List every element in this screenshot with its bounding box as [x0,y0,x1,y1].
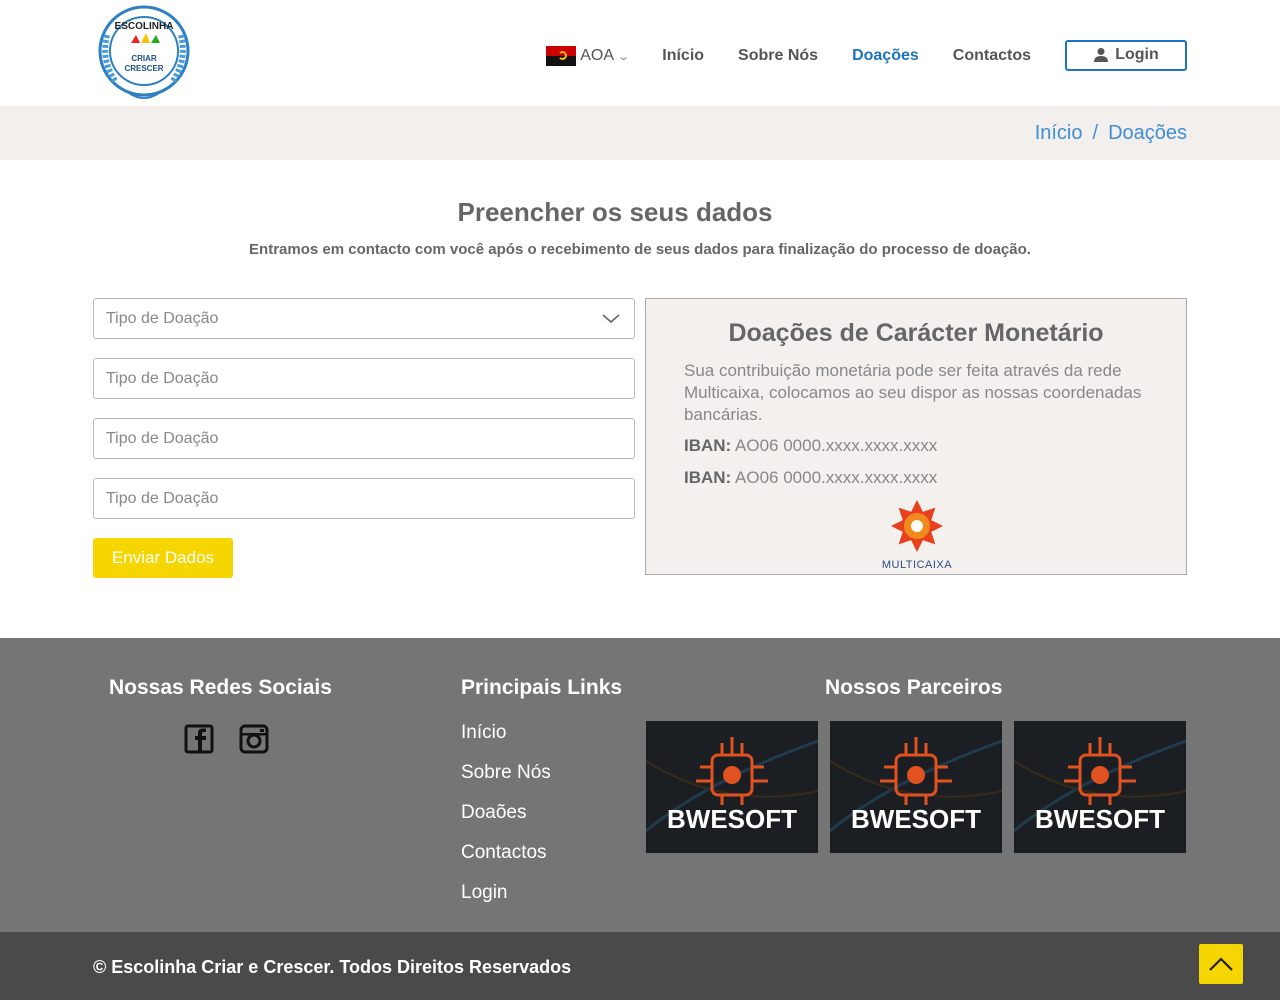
scroll-to-top-button[interactable] [1199,944,1243,984]
school-logo[interactable]: ESCOLINHA CRIAR CRESCER [93,5,195,103]
partner-logo[interactable]: BWESOFT [1014,721,1186,853]
login-button[interactable]: Login [1065,39,1187,71]
svg-text:CRESCER: CRESCER [124,64,163,73]
footer-link-contactos[interactable]: Contactos [461,842,547,864]
breadcrumb: Início / Doações [1035,122,1187,145]
instagram-icon[interactable] [239,724,269,754]
footer-link-doacoes[interactable]: Doaões [461,802,527,824]
partner-name: BWESOFT [1035,804,1165,834]
copyright-text: © Escolinha Criar e Crescer. Todos Direi… [93,957,572,977]
breadcrumb-separator: / [1092,122,1099,144]
iban-line-2: IBAN: AO06 0000.xxxx.xxxx.xxxx [684,468,937,488]
chevron-down-icon: ⌄ [617,50,631,63]
donation-type-select[interactable]: Tipo de Doação [93,298,635,339]
iban-label: IBAN: [684,436,732,455]
footer-link-inicio[interactable]: Início [461,722,506,744]
card-title: Doações de Carácter Monetário [728,319,1104,347]
social-title: Nossas Redes Sociais [109,676,332,699]
iban-value-2: AO06 0000.xxxx.xxxx.xxxx [735,468,938,487]
partner-name: BWESOFT [851,804,981,834]
svg-text:CRIAR: CRIAR [131,54,157,63]
login-label: Login [1115,46,1159,63]
site-footer: Nossas Redes Sociais Principais Links In… [0,638,1280,932]
nav-inicio[interactable]: Início [662,47,704,65]
footer-link-login[interactable]: Login [461,882,508,904]
iban-line-1: IBAN: AO06 0000.xxxx.xxxx.xxxx [684,436,937,456]
donation-type-select-value: Tipo de Doação [106,309,219,327]
breadcrumb-bar: Início / Doações [0,106,1280,160]
nav-contactos[interactable]: Contactos [953,47,1031,65]
site-header: ESCOLINHA CRIAR CRESCER AOA ⌄ Início Sob… [0,0,1280,106]
user-icon [1094,48,1109,62]
footer-bottom-bar: © Escolinha Criar e Crescer. Todos Direi… [0,932,1280,1000]
nav-sobre-nos[interactable]: Sobre Nós [738,47,818,65]
main-nav: AOA ⌄ Início Sobre Nós Doações Contactos… [546,39,1187,72]
links-title: Principais Links [461,676,623,699]
donation-input-2[interactable] [94,359,634,398]
chevron-down-icon [602,314,620,324]
partner-name: BWESOFT [667,804,797,834]
footer-link-sobre-nos[interactable]: Sobre Nós [461,762,551,784]
breadcrumb-current: Doações [1108,122,1187,144]
angola-flag-icon [546,46,577,66]
partner-logo[interactable]: BWESOFT [646,721,818,853]
facebook-icon[interactable] [184,724,214,754]
multicaixa-logo: MULTICAIXA [882,500,952,571]
page-subtitle: Entramos em contacto com você após o rec… [249,241,1031,258]
svg-text:ESCOLINHA: ESCOLINHA [115,21,174,32]
language-code: AOA [580,47,615,64]
language-selector[interactable]: AOA ⌄ [546,46,631,66]
iban-value-1: AO06 0000.xxxx.xxxx.xxxx [735,436,938,455]
iban-label: IBAN: [684,468,732,487]
nav-doacoes[interactable]: Doações [852,47,919,65]
donation-input-4[interactable] [94,479,634,518]
donation-input-3[interactable] [94,419,634,458]
donation-field-4 [93,478,635,519]
card-description: Sua contribuição monetária pode ser feit… [684,361,1142,424]
donation-field-2 [93,358,635,399]
donation-field-3 [93,418,635,459]
page-title: Preencher os seus dados [457,197,773,227]
monetary-donation-card: Doações de Carácter Monetário Sua contri… [645,298,1187,575]
donation-form: Tipo de Doação Enviar Dados [93,298,635,578]
multicaixa-logo-text: MULTICAIXA [882,559,952,571]
partners-title: Nossos Parceiros [825,676,1003,699]
submit-button[interactable]: Enviar Dados [93,538,233,578]
partner-logo[interactable]: BWESOFT [830,721,1002,853]
chevron-up-icon [1209,957,1233,971]
breadcrumb-home[interactable]: Início [1035,122,1083,145]
